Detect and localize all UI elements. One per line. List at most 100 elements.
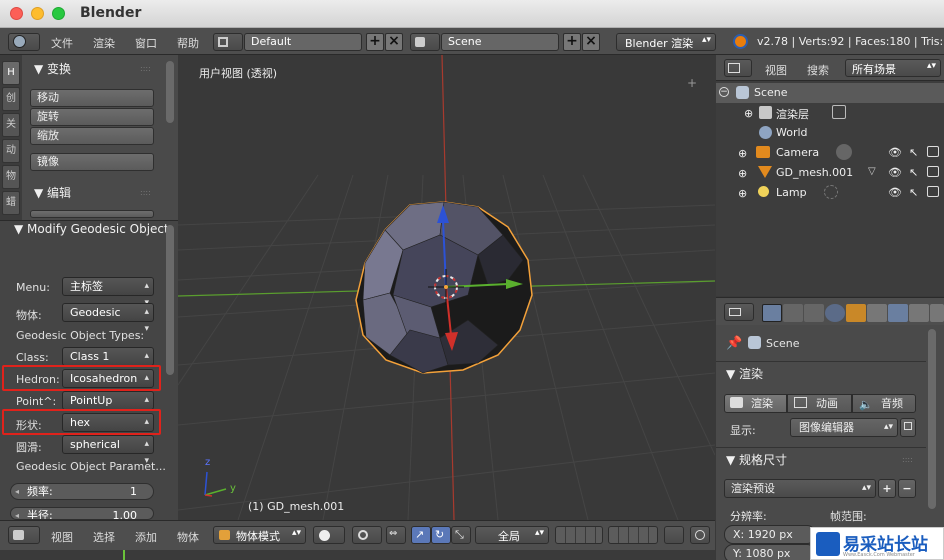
lock-interface-button[interactable] xyxy=(900,418,916,437)
lock-layers-button[interactable] xyxy=(664,526,684,544)
tab-world-properties[interactable] xyxy=(825,304,845,322)
class-select[interactable]: Class 1▴▾ xyxy=(62,347,154,378)
layout-name-field[interactable]: Default xyxy=(244,33,362,51)
outliner-menu-view[interactable]: 视图 xyxy=(765,62,787,78)
scale-button[interactable]: 缩放 xyxy=(30,127,154,145)
menu-help[interactable]: 帮助 xyxy=(177,35,199,51)
timeline-strip[interactable] xyxy=(0,550,715,560)
drag-handle-icon[interactable]: :::: xyxy=(140,188,151,197)
operator-scrollbar[interactable] xyxy=(166,225,174,375)
minimize-window-button[interactable] xyxy=(31,7,44,20)
drag-handle-icon[interactable]: :::: xyxy=(902,455,913,464)
operator-panel-header[interactable]: ▼ Modify Geodesic Object xyxy=(14,222,169,236)
tool-shelf-scrollbar[interactable] xyxy=(166,61,174,123)
decrement-arrow-icon[interactable]: ◂ xyxy=(15,508,19,519)
eye-icon[interactable]: 👁 xyxy=(888,166,902,179)
tab-create[interactable]: 创 xyxy=(2,87,20,111)
expand-icon[interactable]: ⊕ xyxy=(738,167,747,180)
cursor-select-icon[interactable]: ↖ xyxy=(909,166,918,179)
maximize-window-button[interactable] xyxy=(52,7,65,20)
drag-handle-icon[interactable]: :::: xyxy=(140,64,151,73)
object-select[interactable]: Geodesic ▴ ▾ xyxy=(62,303,154,334)
menu-add[interactable]: 添加 xyxy=(135,529,157,545)
display-select[interactable]: 图像编辑器 ▴▾ xyxy=(790,418,898,437)
render-icon[interactable] xyxy=(927,166,939,177)
layout-selector-button[interactable] xyxy=(213,33,243,51)
expand-icon[interactable]: ⊕ xyxy=(744,107,753,120)
translate-manipulator-button[interactable]: ↗ xyxy=(411,526,431,544)
tab-render-layers-properties[interactable] xyxy=(783,304,803,322)
resolution-y-field[interactable]: Y: 1080 px xyxy=(724,544,816,560)
add-preset-button[interactable]: + xyxy=(878,479,896,498)
menu-window[interactable]: 窗口 xyxy=(135,35,157,51)
frequency-field[interactable]: ◂ 频率: 1 xyxy=(10,483,154,500)
expand-icon[interactable]: ⊕ xyxy=(738,187,747,200)
viewport-canvas[interactable] xyxy=(178,55,715,520)
add-layout-button[interactable]: + xyxy=(366,33,384,51)
outliner-row-camera[interactable]: ⊕ Camera 👁 ↖ xyxy=(716,143,944,163)
remove-layout-button[interactable]: × xyxy=(385,33,403,51)
dimensions-panel-header[interactable]: ▼ 规格尺寸 xyxy=(726,451,787,468)
viewport-editor-type-button[interactable] xyxy=(8,526,40,544)
collapse-icon[interactable]: − xyxy=(719,87,729,97)
render-icon[interactable] xyxy=(927,186,939,197)
render-panel-header[interactable]: ▼ 渲染 xyxy=(726,365,763,382)
layer-buttons-right[interactable] xyxy=(608,526,658,544)
decrement-arrow-icon[interactable]: ◂ xyxy=(15,484,19,499)
render-only-button[interactable] xyxy=(690,526,710,544)
outliner-row-lamp[interactable]: ⊕ Lamp 👁 ↖ xyxy=(716,183,944,203)
add-region-icon[interactable]: + xyxy=(687,76,697,90)
tab-tools[interactable]: H xyxy=(2,61,20,85)
tab-render-properties[interactable] xyxy=(762,304,782,322)
remove-preset-button[interactable]: − xyxy=(898,479,916,498)
menu-select[interactable]: 选择 xyxy=(93,529,115,545)
mirror-button[interactable]: 镜像 xyxy=(30,153,154,171)
editor-type-button[interactable] xyxy=(8,33,40,51)
tab-animation[interactable]: 动 xyxy=(2,139,20,163)
edit-tool-button[interactable] xyxy=(30,210,154,218)
rotate-button[interactable]: 旋转 xyxy=(30,108,154,126)
tab-modifiers-properties[interactable] xyxy=(888,304,908,322)
tab-object-properties[interactable] xyxy=(846,304,866,322)
properties-scrollbar[interactable] xyxy=(928,329,936,509)
scene-name-field[interactable]: Scene xyxy=(441,33,559,51)
shading-select[interactable] xyxy=(313,526,345,544)
render-preset-select[interactable]: 渲染预设 ▴▾ xyxy=(724,479,876,498)
scale-manipulator-button[interactable]: ⤡ xyxy=(451,526,471,544)
render-image-button[interactable]: 渲染 xyxy=(724,394,787,413)
cursor-select-icon[interactable]: ↖ xyxy=(909,186,918,199)
expand-icon[interactable]: ⊕ xyxy=(738,147,747,160)
pivot-select[interactable] xyxy=(352,526,382,544)
edit-panel-header[interactable]: ▼ 编辑 xyxy=(34,184,71,201)
render-animation-button[interactable]: 动画 xyxy=(787,394,852,413)
outliner-row-mesh[interactable]: ⊕ GD_mesh.001 ▽ 👁 ↖ xyxy=(716,163,944,183)
outliner-row-world[interactable]: World xyxy=(716,123,944,143)
3d-viewport[interactable]: 用户视图 (透视) + z y (1) GD_mesh.001 xyxy=(178,55,715,520)
tab-constraints-properties[interactable] xyxy=(867,304,887,322)
render-engine-select[interactable]: Blender 渲染 ▴▾ xyxy=(616,33,716,51)
menu-render[interactable]: 渲染 xyxy=(93,35,115,51)
eye-icon[interactable]: 👁 xyxy=(888,146,902,159)
point-select[interactable]: PointUp▴▾ xyxy=(62,391,154,422)
scene-selector-button[interactable] xyxy=(410,33,440,51)
outliner-menu-search[interactable]: 搜索 xyxy=(807,62,829,78)
rotate-manipulator-button[interactable]: ↻ xyxy=(431,526,451,544)
outliner-filter-select[interactable]: 所有场景 ▴▾ xyxy=(845,59,941,77)
tab-physics[interactable]: 物 xyxy=(2,165,20,189)
add-scene-button[interactable]: + xyxy=(563,33,581,51)
mode-select[interactable]: 物体模式 ▴▾ xyxy=(213,526,306,544)
tab-grease-pencil[interactable]: 蜡 xyxy=(2,191,20,215)
tab-material-properties[interactable] xyxy=(930,304,944,322)
manipulator-toggle[interactable]: ⇔ xyxy=(386,526,406,544)
tab-data-properties[interactable] xyxy=(909,304,929,322)
menu-select[interactable]: 主标签▴▾ xyxy=(62,277,154,308)
render-icon[interactable] xyxy=(927,146,939,157)
orientation-select[interactable]: 全局 ▴▾ xyxy=(475,526,549,544)
remove-scene-button[interactable]: × xyxy=(582,33,600,51)
transform-panel-header[interactable]: ▼ 变换 xyxy=(34,60,71,77)
properties-editor-type-button[interactable] xyxy=(724,303,754,321)
tab-scene-properties[interactable] xyxy=(804,304,824,322)
menu-object[interactable]: 物体 xyxy=(177,529,199,545)
cursor-select-icon[interactable]: ↖ xyxy=(909,146,918,159)
radius-field[interactable]: ◂ 半径: 1.00 xyxy=(10,507,154,520)
